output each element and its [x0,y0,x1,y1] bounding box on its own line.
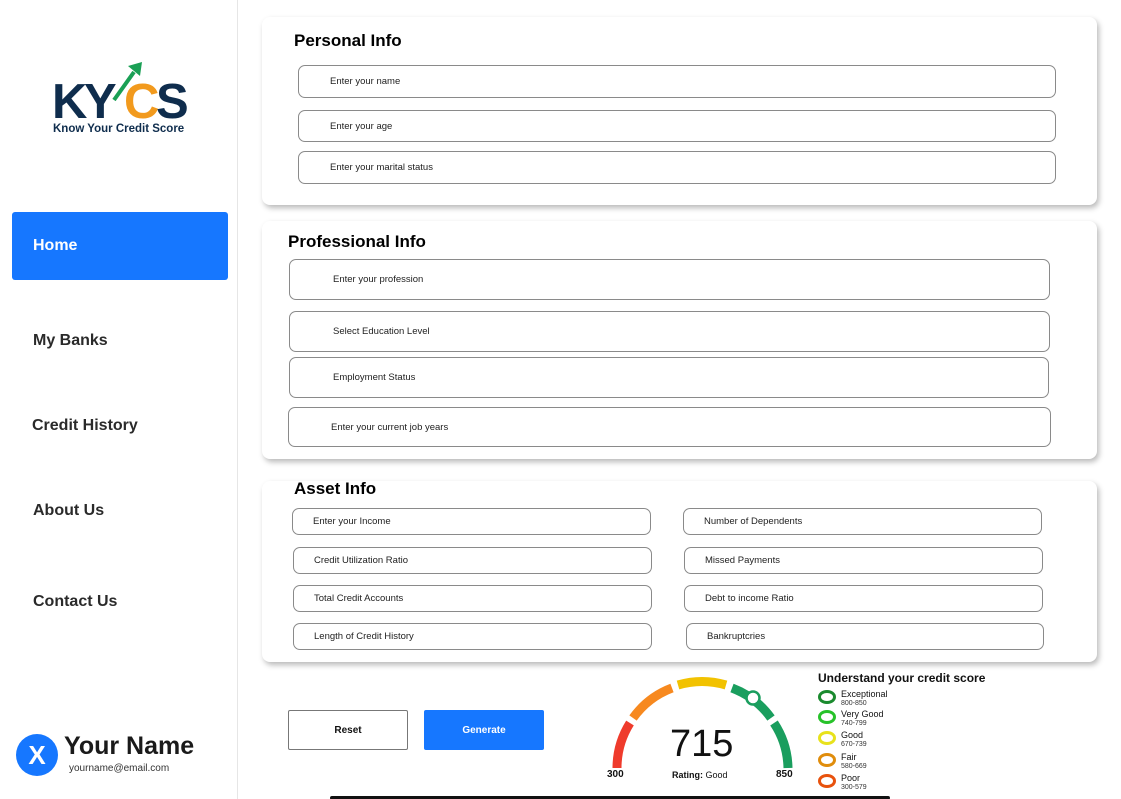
profession-input[interactable]: Enter your profession [289,259,1050,300]
svg-text:C: C [124,75,159,122]
bankruptcies-input[interactable]: Bankruptcries [686,623,1044,650]
personal-info-card: Personal Info Enter your name Enter your… [262,17,1097,205]
legend-range: 800-850 [841,700,867,707]
nav-my-banks[interactable]: My Banks [12,307,228,375]
rating-label: Rating: [672,770,703,780]
marital-status-input[interactable]: Enter your marital status [298,151,1056,184]
rating-value: Good [705,770,728,780]
debt-to-income-input[interactable]: Debt to income Ratio [684,585,1043,612]
asset-info-title: Asset Info [294,479,377,498]
legend-name: Exceptional [841,689,888,699]
gauge-segment-poor [612,720,634,769]
svg-text:K: K [52,75,87,122]
legend-name: Good [841,730,864,740]
credit-utilization-input[interactable]: Credit Utilization Ratio [293,547,652,574]
gauge-indicator [745,690,761,706]
employment-status-select[interactable]: Employment Status [289,357,1049,398]
legend-range: 740-799 [841,720,867,727]
education-level-select[interactable]: Select Education Level [289,311,1050,352]
svg-text:Y: Y [84,75,117,122]
svg-text:S: S [156,75,189,122]
logo-tagline: Know Your Credit Score [53,123,185,135]
age-input[interactable]: Enter your age [298,110,1056,142]
sidebar: K Y C S Know Your Credit Score Home My B… [0,0,238,799]
gauge-segment-good [676,677,728,690]
poor-ring-icon [818,774,836,788]
income-input[interactable]: Enter your Income [292,508,651,535]
user-profile[interactable]: X Your Name yourname@email.com [16,732,231,778]
legend-name: Fair [841,752,857,762]
reset-button[interactable]: Reset [288,710,408,750]
gauge-segment-fair [629,683,674,721]
professional-info-title: Professional Info [288,232,426,251]
legend-range: 300-579 [841,784,867,791]
good-ring-icon [818,731,836,745]
nav-about-us[interactable]: About Us [12,477,228,545]
credit-history-length-input[interactable]: Length of Credit History [293,623,652,650]
profile-name: Your Name [64,732,195,760]
nav-contact-us[interactable]: Contact Us [12,568,228,636]
gauge-max-label: 850 [776,769,793,780]
nav-credit-history[interactable]: Credit History [12,392,228,460]
gauge-min-label: 300 [607,769,624,780]
total-credit-accounts-input[interactable]: Total Credit Accounts [293,585,652,612]
fair-ring-icon [818,753,836,767]
kycs-logo: K Y C S Know Your Credit Score [50,58,200,140]
generate-button[interactable]: Generate [424,710,544,750]
avatar: X [16,734,58,776]
exceptional-ring-icon [818,690,836,704]
legend-range: 670-739 [841,741,867,748]
credit-score-value: 715 [670,723,734,765]
legend-name: Very Good [841,709,884,719]
legend-title: Understand your credit score [818,671,986,685]
name-input[interactable]: Enter your name [298,65,1056,98]
very-good-ring-icon [818,710,836,724]
legend-range: 580-669 [841,763,867,770]
personal-info-title: Personal Info [294,31,402,50]
job-years-input[interactable]: Enter your current job years [288,407,1051,447]
dependents-input[interactable]: Number of Dependents [683,508,1042,535]
profile-email: yourname@email.com [69,763,170,774]
professional-info-card: Professional Info Enter your profession … [262,221,1097,459]
asset-info-card: Asset Info Enter your Income Credit Util… [262,479,1097,662]
legend-name: Poor [841,773,861,783]
credit-rating: Rating: Good [672,770,728,780]
gauge-segment-exceptional [770,720,793,769]
missed-payments-input[interactable]: Missed Payments [684,547,1043,574]
nav-home[interactable]: Home [12,212,228,280]
